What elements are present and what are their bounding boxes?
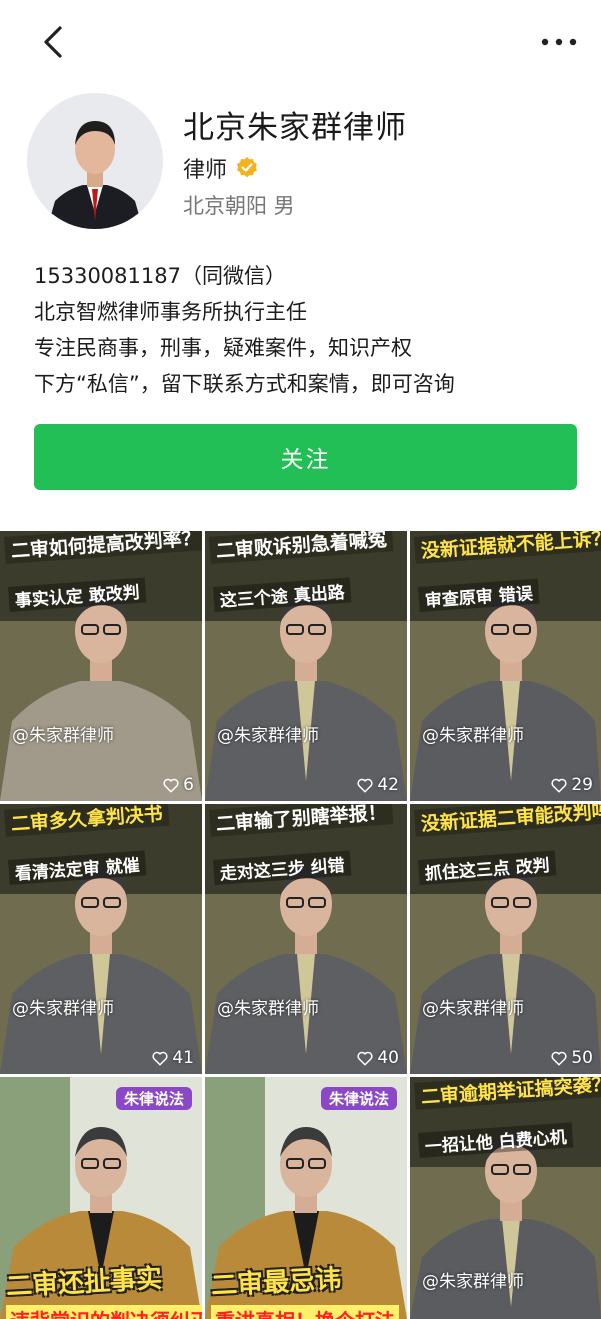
heart-outline-icon: [357, 778, 373, 793]
like-count-value: 41: [172, 1048, 194, 1068]
more-button[interactable]: [539, 28, 579, 56]
video-watermark: @朱家群律师: [422, 1272, 524, 1292]
like-count: 50: [550, 1048, 593, 1068]
more-horizontal-icon: [541, 38, 577, 46]
profile-bio: 15330081187（同微信） 北京智燃律师事务所执行主任 专注民商事，刑事，…: [34, 258, 455, 402]
avatar-image: [27, 93, 163, 229]
video-thumbnail[interactable]: 没新证据就不能上诉？ 审查原审 错误 @朱家群律师 29: [410, 531, 601, 801]
top-bar: [0, 0, 601, 90]
bio-line-specialty: 专注民商事，刑事，疑难案件，知识产权: [34, 336, 412, 360]
video-thumbnail-image: [0, 804, 202, 1074]
video-thumbnail[interactable]: 没新证据二审能改判吗 抓住这三点 改判 @朱家群律师 50: [410, 804, 601, 1074]
heart-outline-icon: [551, 778, 567, 793]
profile-location: 北京朝阳 男: [183, 194, 295, 218]
video-thumbnail-image: [410, 804, 601, 1074]
series-tag: 朱律说法: [320, 1087, 397, 1110]
video-thumbnail[interactable]: 二审多久拿判决书 看清法定审 就催 @朱家群律师 41: [0, 804, 202, 1074]
bio-line-contact: 下方“私信”，留下联系方式和案情，即可咨询: [34, 372, 455, 396]
heart-outline-icon: [163, 778, 179, 793]
video-watermark: @朱家群律师: [217, 999, 319, 1019]
like-count: 41: [151, 1048, 194, 1068]
verified-badge-icon: [237, 157, 258, 178]
video-watermark: @朱家群律师: [422, 726, 524, 746]
video-thumbnail[interactable]: 二审败诉别急着喊冤 这三个途 真出路 @朱家群律师 42: [205, 531, 407, 801]
video-watermark: @朱家群律师: [217, 726, 319, 746]
video-caption: 二审最忌讳: [210, 1264, 342, 1302]
like-count: 40: [356, 1048, 399, 1068]
like-count: 42: [356, 775, 399, 795]
like-count-value: 42: [377, 775, 399, 795]
like-count-value: 6: [183, 775, 194, 795]
video-thumbnail[interactable]: 朱律说法 二审还扯事实 违背常识的判决须纠正: [0, 1077, 202, 1319]
video-thumbnail-image: [205, 804, 407, 1074]
video-bottom-caption: 重讲真相！换个打法: [211, 1305, 399, 1319]
like-count-value: 50: [571, 1048, 593, 1068]
back-button[interactable]: [36, 22, 72, 62]
like-count-value: 29: [571, 775, 593, 795]
like-count: 6: [162, 775, 194, 795]
profile-name: 北京朱家群律师: [183, 110, 407, 146]
video-thumbnail[interactable]: 朱律说法 二审最忌讳 重讲真相！换个打法: [205, 1077, 407, 1319]
video-thumbnail-image: [205, 531, 407, 801]
video-thumbnail[interactable]: 二审如何提高改判率？ 事实认定 敢改判 @朱家群律师 6: [0, 531, 202, 801]
bio-line-phone: 15330081187（同微信）: [34, 264, 286, 288]
video-bottom-caption: 违背常识的判决须纠正: [6, 1305, 202, 1319]
video-thumbnail[interactable]: 二审逾期举证搞突袭？ 一招让他 白费心机 @朱家群律师: [410, 1077, 601, 1319]
video-grid: 二审如何提高改判率？ 事实认定 敢改判 @朱家群律师 6 二审败诉别急着喊冤 这…: [0, 531, 601, 1319]
avatar[interactable]: [27, 93, 163, 229]
profile-title: 律师: [183, 158, 228, 183]
video-thumbnail[interactable]: 二审输了别瞎举报！ 走对这三步 纠错 @朱家群律师 40: [205, 804, 407, 1074]
video-watermark: @朱家群律师: [422, 999, 524, 1019]
video-watermark: @朱家群律师: [12, 999, 114, 1019]
follow-button[interactable]: 关注: [34, 424, 577, 490]
video-thumbnail-image: [410, 531, 601, 801]
heart-outline-icon: [551, 1051, 567, 1066]
heart-outline-icon: [152, 1051, 168, 1066]
like-count-value: 40: [377, 1048, 399, 1068]
video-watermark: @朱家群律师: [12, 726, 114, 746]
bio-line-firm: 北京智燃律师事务所执行主任: [34, 300, 307, 324]
series-tag: 朱律说法: [115, 1087, 192, 1110]
profile-title-row: 律师: [183, 152, 259, 184]
like-count: 29: [550, 775, 593, 795]
video-thumbnail-image: [0, 531, 202, 801]
chevron-left-icon: [44, 26, 62, 58]
heart-outline-icon: [357, 1051, 373, 1066]
